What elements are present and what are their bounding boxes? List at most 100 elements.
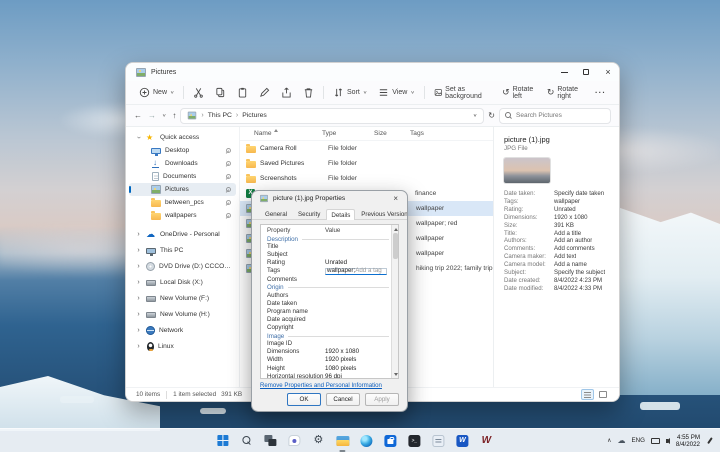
- refresh-button[interactable]: ↻: [488, 111, 495, 120]
- column-tags[interactable]: Tags: [408, 130, 424, 137]
- hidden-icons-chevron[interactable]: ∧: [607, 437, 611, 444]
- new-button[interactable]: New∨: [134, 84, 179, 102]
- language-indicator[interactable]: ENG: [631, 437, 644, 444]
- copy-button[interactable]: [210, 84, 231, 102]
- scrollbar-thumb[interactable]: [393, 233, 398, 259]
- property-row-date-taken[interactable]: Date taken: [261, 300, 398, 308]
- file-row-camera-roll[interactable]: Camera RollFile folder: [240, 141, 493, 156]
- scroll-down-icon[interactable]: [394, 373, 398, 376]
- sidebar-item-pictures[interactable]: Pictures: [129, 183, 236, 196]
- breadcrumb[interactable]: › This PC › Pictures ∨: [180, 108, 484, 124]
- sidebar-item-wallpapers[interactable]: wallpapers: [129, 209, 236, 222]
- tab-previous-versions[interactable]: Previous Versions: [356, 208, 408, 219]
- property-row-authors[interactable]: Authors: [261, 292, 398, 300]
- details-view-button[interactable]: [581, 389, 594, 400]
- chevron-icon[interactable]: ›: [135, 263, 142, 270]
- file-row-screenshots[interactable]: ScreenshotsFile folder: [240, 171, 493, 186]
- taskbar-search-button[interactable]: [238, 433, 254, 449]
- start-button[interactable]: [214, 433, 230, 449]
- maximize-button[interactable]: [575, 63, 597, 81]
- network-icon[interactable]: [651, 438, 660, 444]
- thumbnails-view-button[interactable]: [596, 389, 609, 400]
- clock[interactable]: 4:55 PM 8/4/2022: [676, 434, 700, 448]
- sidebar-item-network[interactable]: ›Network: [129, 322, 236, 338]
- file-row-saved-pictures[interactable]: Saved PicturesFile folder: [240, 156, 493, 171]
- property-row-copyright[interactable]: Copyright: [261, 324, 398, 332]
- rotate-left-button[interactable]: ↺Rotate left: [497, 84, 541, 102]
- cut-button[interactable]: [188, 84, 209, 102]
- mail-button[interactable]: [430, 433, 446, 449]
- dialog-scrollbar[interactable]: [391, 225, 398, 378]
- property-row-date-acquired[interactable]: Date acquired: [261, 316, 398, 324]
- tab-details[interactable]: Details: [326, 209, 355, 220]
- terminal-button[interactable]: >_: [406, 433, 422, 449]
- search-input[interactable]: [516, 112, 605, 119]
- breadcrumb-pictures[interactable]: Pictures: [242, 112, 267, 119]
- sidebar-item-onedrive[interactable]: ›OneDrive - Personal: [129, 226, 236, 242]
- chevron-icon[interactable]: ›: [135, 279, 142, 286]
- tab-general[interactable]: General: [260, 208, 292, 219]
- breadcrumb-this-pc[interactable]: This PC: [208, 112, 232, 119]
- chevron-icon[interactable]: ›: [135, 231, 142, 238]
- property-row-image-id[interactable]: Image ID: [261, 340, 398, 348]
- property-row-horizontal-resolution[interactable]: Horizontal resolution96 dpi: [261, 373, 398, 379]
- word-button[interactable]: W: [454, 433, 470, 449]
- sidebar-item-this-pc[interactable]: ›This PC: [129, 242, 236, 258]
- dialog-close-button[interactable]: ×: [391, 194, 400, 203]
- property-row-title[interactable]: Title: [261, 243, 398, 251]
- minimize-button[interactable]: [553, 63, 575, 81]
- property-row-dimensions[interactable]: Dimensions1920 x 1080: [261, 348, 398, 356]
- forward-button[interactable]: →: [148, 111, 156, 120]
- pen-notification-icon[interactable]: [706, 437, 714, 445]
- chevron-icon[interactable]: ›: [135, 327, 142, 334]
- column-name[interactable]: Name: [240, 130, 320, 137]
- chat-button[interactable]: [286, 433, 302, 449]
- chevron-icon[interactable]: ›: [135, 295, 142, 302]
- remove-properties-link[interactable]: Remove Properties and Personal Informati…: [260, 382, 399, 389]
- column-size[interactable]: Size: [372, 130, 398, 137]
- paste-button[interactable]: [232, 84, 253, 102]
- ok-button[interactable]: OK: [287, 393, 321, 406]
- column-type[interactable]: Type: [320, 130, 372, 137]
- store-button[interactable]: [382, 433, 398, 449]
- onedrive-tray-icon[interactable]: ☁: [617, 437, 625, 445]
- tags-input[interactable]: wallpaper; Add a tag: [325, 268, 387, 276]
- back-button[interactable]: ←: [134, 111, 142, 120]
- volume-icon[interactable]: [666, 438, 670, 444]
- property-row-width[interactable]: Width1920 pixels: [261, 356, 398, 364]
- settings-button[interactable]: ⚙: [310, 433, 326, 449]
- property-row-subject[interactable]: Subject: [261, 251, 398, 259]
- close-button[interactable]: ×: [597, 63, 619, 81]
- property-row-height[interactable]: Height1080 pixels: [261, 365, 398, 373]
- sidebar-item-documents[interactable]: Documents: [129, 170, 236, 183]
- share-button[interactable]: [276, 84, 297, 102]
- tab-security[interactable]: Security: [293, 208, 325, 219]
- recent-locations-button[interactable]: ∨: [162, 113, 166, 118]
- title-bar[interactable]: Pictures ×: [126, 63, 619, 81]
- sidebar-item-desktop[interactable]: Desktop: [129, 144, 236, 157]
- delete-button[interactable]: [298, 84, 319, 102]
- sidebar-item-quick-access[interactable]: ›Quick access: [129, 131, 236, 144]
- cancel-button[interactable]: Cancel: [326, 393, 360, 406]
- sidebar-item-downloads[interactable]: Downloads: [129, 157, 236, 170]
- property-row-rating[interactable]: RatingUnrated: [261, 259, 398, 267]
- sidebar-item-between-pcs[interactable]: between_pcs: [129, 196, 236, 209]
- address-dropdown-icon[interactable]: ∨: [473, 113, 477, 118]
- sidebar-item-linux[interactable]: ›Linux: [129, 338, 236, 354]
- scroll-up-icon[interactable]: [394, 228, 398, 231]
- rename-button[interactable]: [254, 84, 275, 102]
- file-explorer-button[interactable]: [334, 433, 350, 449]
- apply-button[interactable]: Apply: [365, 393, 399, 406]
- sort-button[interactable]: Sort∨: [328, 84, 372, 102]
- rotate-right-button[interactable]: ↻Rotate right: [542, 84, 589, 102]
- see-more-button[interactable]: ···: [590, 84, 611, 102]
- sidebar-item-new-volume-f[interactable]: ›New Volume (F:): [129, 290, 236, 306]
- property-row-program-name[interactable]: Program name: [261, 308, 398, 316]
- dialog-title-bar[interactable]: picture (1).jpg Properties ×: [252, 191, 407, 206]
- view-button[interactable]: View∨: [373, 84, 419, 102]
- sidebar-item-dvd-drive[interactable]: ›DVD Drive (D:) CCCOMA_X64FRE_EN-US: [129, 258, 236, 274]
- chevron-icon[interactable]: ›: [135, 247, 142, 254]
- w-app-button[interactable]: W: [478, 433, 494, 449]
- chevron-icon[interactable]: ›: [135, 343, 142, 350]
- sidebar-item-local-disk-x[interactable]: ›Local Disk (X:): [129, 274, 236, 290]
